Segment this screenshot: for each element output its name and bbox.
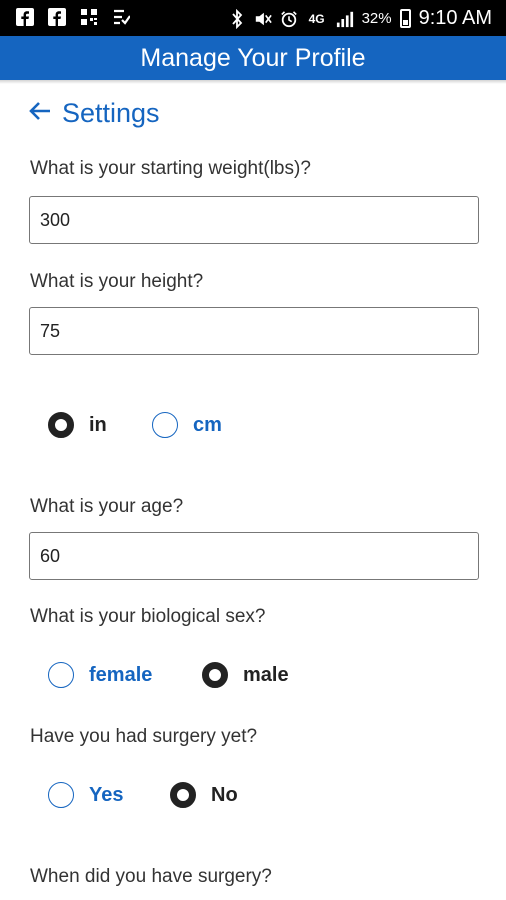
radio-selected-icon xyxy=(202,662,228,688)
surgery-no-label: No xyxy=(211,783,238,806)
4g-lte-icon: 4G xyxy=(308,11,325,26)
radio-selected-icon xyxy=(170,782,196,808)
radio-unselected-icon xyxy=(48,662,74,688)
height-unit-cm-label: cm xyxy=(193,413,222,436)
tasks-app-icon xyxy=(112,7,130,27)
sex-label: What is your biological sex? xyxy=(30,606,266,627)
height-label: What is your height? xyxy=(30,271,204,292)
page-title: Manage Your Profile xyxy=(140,43,366,72)
surgery-no-radio[interactable]: No xyxy=(170,782,238,808)
system-status: 4G 32% 9:10 AM xyxy=(228,7,492,30)
battery-percent: 32% xyxy=(361,10,392,27)
weight-input[interactable] xyxy=(29,196,479,244)
facebook-icon xyxy=(16,7,34,27)
clock: 9:10 AM xyxy=(418,7,492,29)
battery-icon xyxy=(399,9,411,28)
age-input[interactable] xyxy=(29,532,479,580)
height-input[interactable] xyxy=(29,307,479,355)
app-bar: Manage Your Profile xyxy=(0,36,506,80)
radio-unselected-icon xyxy=(152,412,178,438)
height-unit-in-radio[interactable]: in xyxy=(48,412,107,438)
notification-icons xyxy=(16,7,130,27)
back-link-label: Settings xyxy=(62,98,160,128)
sex-male-radio[interactable]: male xyxy=(202,662,289,688)
surgery-label: Have you had surgery yet? xyxy=(30,726,258,747)
surgery-yes-radio[interactable]: Yes xyxy=(48,782,123,808)
bluetooth-icon xyxy=(228,8,246,29)
sex-female-radio[interactable]: female xyxy=(48,662,152,688)
height-unit-cm-radio[interactable]: cm xyxy=(152,412,222,438)
mute-icon xyxy=(254,9,272,29)
arrow-left-icon xyxy=(28,98,52,129)
facebook-icon xyxy=(48,7,66,27)
height-unit-in-label: in xyxy=(89,413,107,436)
signal-icon xyxy=(336,9,354,29)
app-bar-shadow xyxy=(0,80,506,84)
radio-selected-icon xyxy=(48,412,74,438)
surgery-yes-label: Yes xyxy=(89,783,124,806)
sex-male-label: male xyxy=(243,663,289,686)
age-label: What is your age? xyxy=(30,496,184,517)
radio-unselected-icon xyxy=(48,782,74,808)
weight-label: What is your starting weight(lbs)? xyxy=(30,158,311,179)
status-bar: 4G 32% 9:10 AM xyxy=(0,0,506,36)
qr-app-icon xyxy=(80,7,98,27)
sex-female-label: female xyxy=(89,663,153,686)
surgery-date-label: When did you have surgery? xyxy=(30,866,272,887)
alarm-icon xyxy=(280,9,298,29)
back-to-settings-link[interactable]: Settings xyxy=(28,98,160,129)
